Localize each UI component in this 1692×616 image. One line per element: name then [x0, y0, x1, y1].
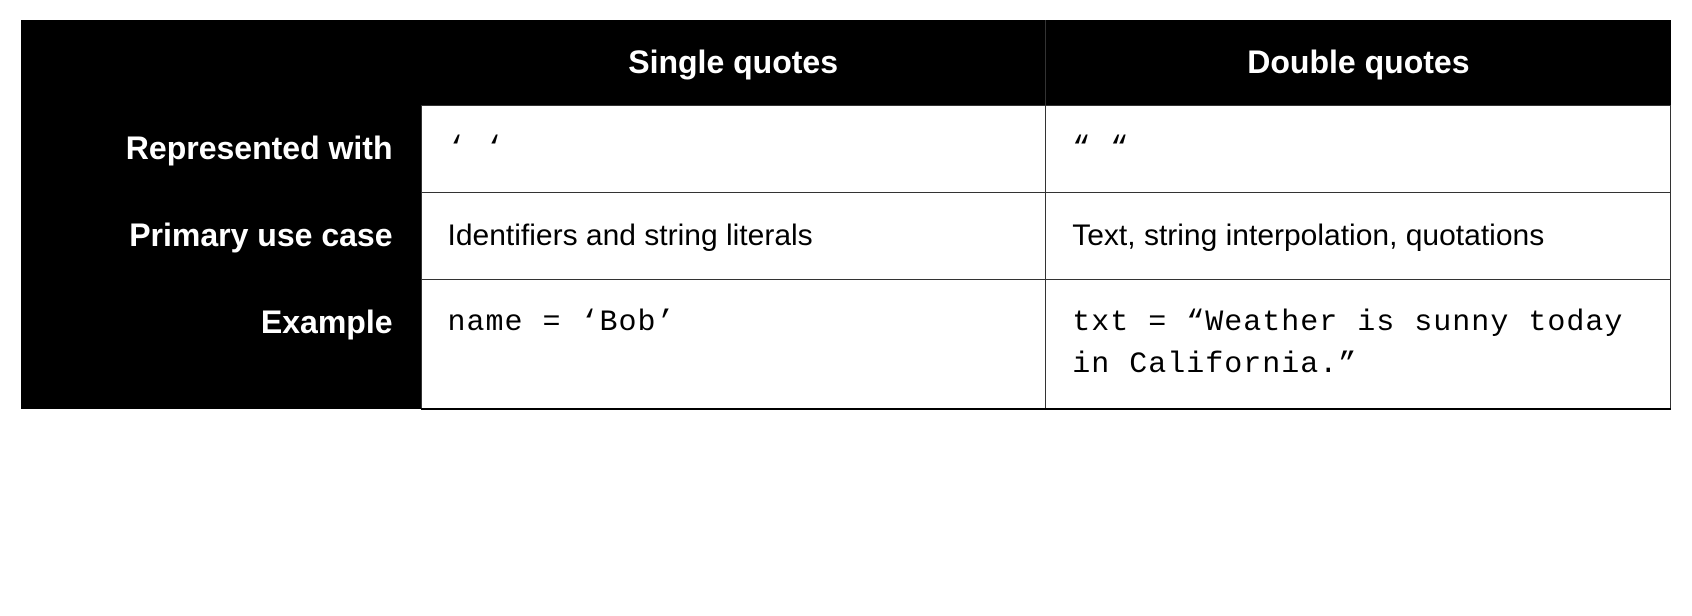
col-header-double: Double quotes	[1046, 20, 1671, 106]
row-label-example: Example	[21, 280, 421, 410]
table: Single quotes Double quotes Represented …	[21, 20, 1671, 410]
table-row: Primary use case Identifiers and string …	[21, 193, 1671, 280]
table-row: Represented with ‘ ‘ “ “	[21, 106, 1671, 193]
cell-example-single: name = ‘Bob’	[421, 280, 1046, 410]
quotes-comparison-table: Single quotes Double quotes Represented …	[21, 20, 1671, 410]
cell-usecase-double: Text, string interpolation, quotations	[1046, 193, 1671, 280]
cell-represented-single: ‘ ‘	[421, 106, 1046, 193]
table-header-row: Single quotes Double quotes	[21, 20, 1671, 106]
cell-represented-double: “ “	[1046, 106, 1671, 193]
table-row: Example name = ‘Bob’ txt = “Weather is s…	[21, 280, 1671, 410]
cell-usecase-single: Identifiers and string literals	[421, 193, 1046, 280]
cell-example-double: txt = “Weather is sunny today in Califor…	[1046, 280, 1671, 410]
col-header-single: Single quotes	[421, 20, 1046, 106]
table-corner	[21, 20, 421, 106]
row-label-represented: Represented with	[21, 106, 421, 193]
row-label-usecase: Primary use case	[21, 193, 421, 280]
